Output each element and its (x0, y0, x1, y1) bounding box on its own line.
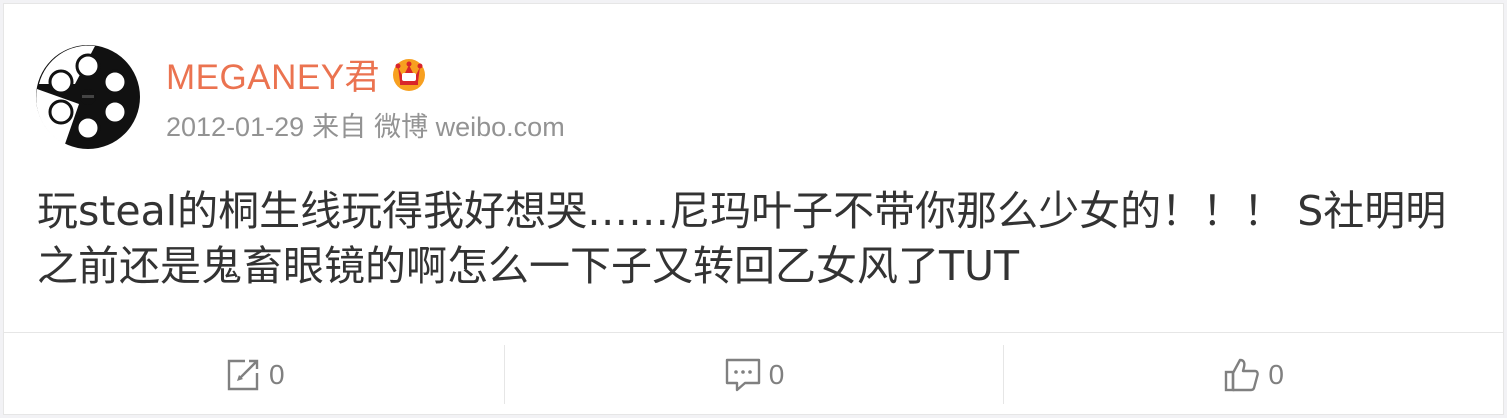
author-name[interactable]: MEGANEY君 (166, 49, 380, 100)
repost-count: 0 (269, 358, 285, 390)
thumbs-up-icon (1225, 358, 1260, 391)
post-date[interactable]: 2012-01-29 (166, 112, 304, 142)
avatar[interactable] (35, 44, 141, 150)
comment-button[interactable]: 0 (503, 333, 1004, 416)
post-text-line: 玩steal的桐生线玩得我好想哭……尼玛叶子不带你那么少女的！！！ S社明明 (37, 187, 1447, 235)
post-text: 玩steal的桐生线玩得我好想哭……尼玛叶子不带你那么少女的！！！ S社明明 之… (37, 184, 1487, 294)
post-text-line: 之前还是鬼畜眼镜的啊怎么一下子又转回乙女风了TUT (37, 242, 1020, 290)
comment-icon (725, 358, 760, 391)
like-button[interactable]: 0 (1003, 333, 1503, 416)
repost-button[interactable]: 0 (4, 333, 504, 416)
action-bar: 0 0 0 (4, 332, 1503, 416)
author-row: MEGANEY君 (166, 52, 428, 97)
weibo-post-card: MEGANEY君 2012-01-29 来自 微博 weibo.com 玩steal… (3, 3, 1504, 415)
post-source[interactable]: 微博 weibo.com (374, 112, 565, 142)
source-prefix: 来自 (312, 112, 367, 142)
crown-icon[interactable] (390, 55, 428, 93)
post-meta: 2012-01-29 来自 微博 weibo.com (166, 105, 573, 144)
like-count: 0 (1268, 358, 1284, 390)
repost-icon (227, 359, 259, 390)
comment-count: 0 (768, 358, 785, 390)
